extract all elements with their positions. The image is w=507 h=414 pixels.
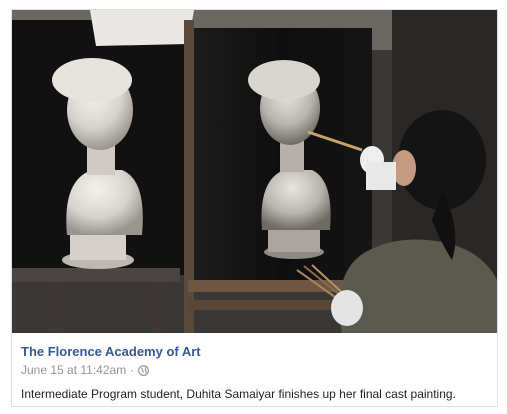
post-photo[interactable]: [12, 10, 497, 333]
post-caption: Intermediate Program student, Duhita Sam…: [21, 387, 456, 401]
post-time-row: June 15 at 11:42am ·: [21, 363, 491, 378]
separator-dot: ·: [130, 363, 135, 377]
post-meta: The Florence Academy of Art June 15 at 1…: [21, 343, 491, 378]
globe-icon[interactable]: [138, 365, 150, 376]
post-timestamp[interactable]: June 15 at 11:42am: [21, 363, 126, 378]
post-card: The Florence Academy of Art June 15 at 1…: [11, 9, 498, 407]
page-name-link[interactable]: The Florence Academy of Art: [21, 344, 201, 360]
